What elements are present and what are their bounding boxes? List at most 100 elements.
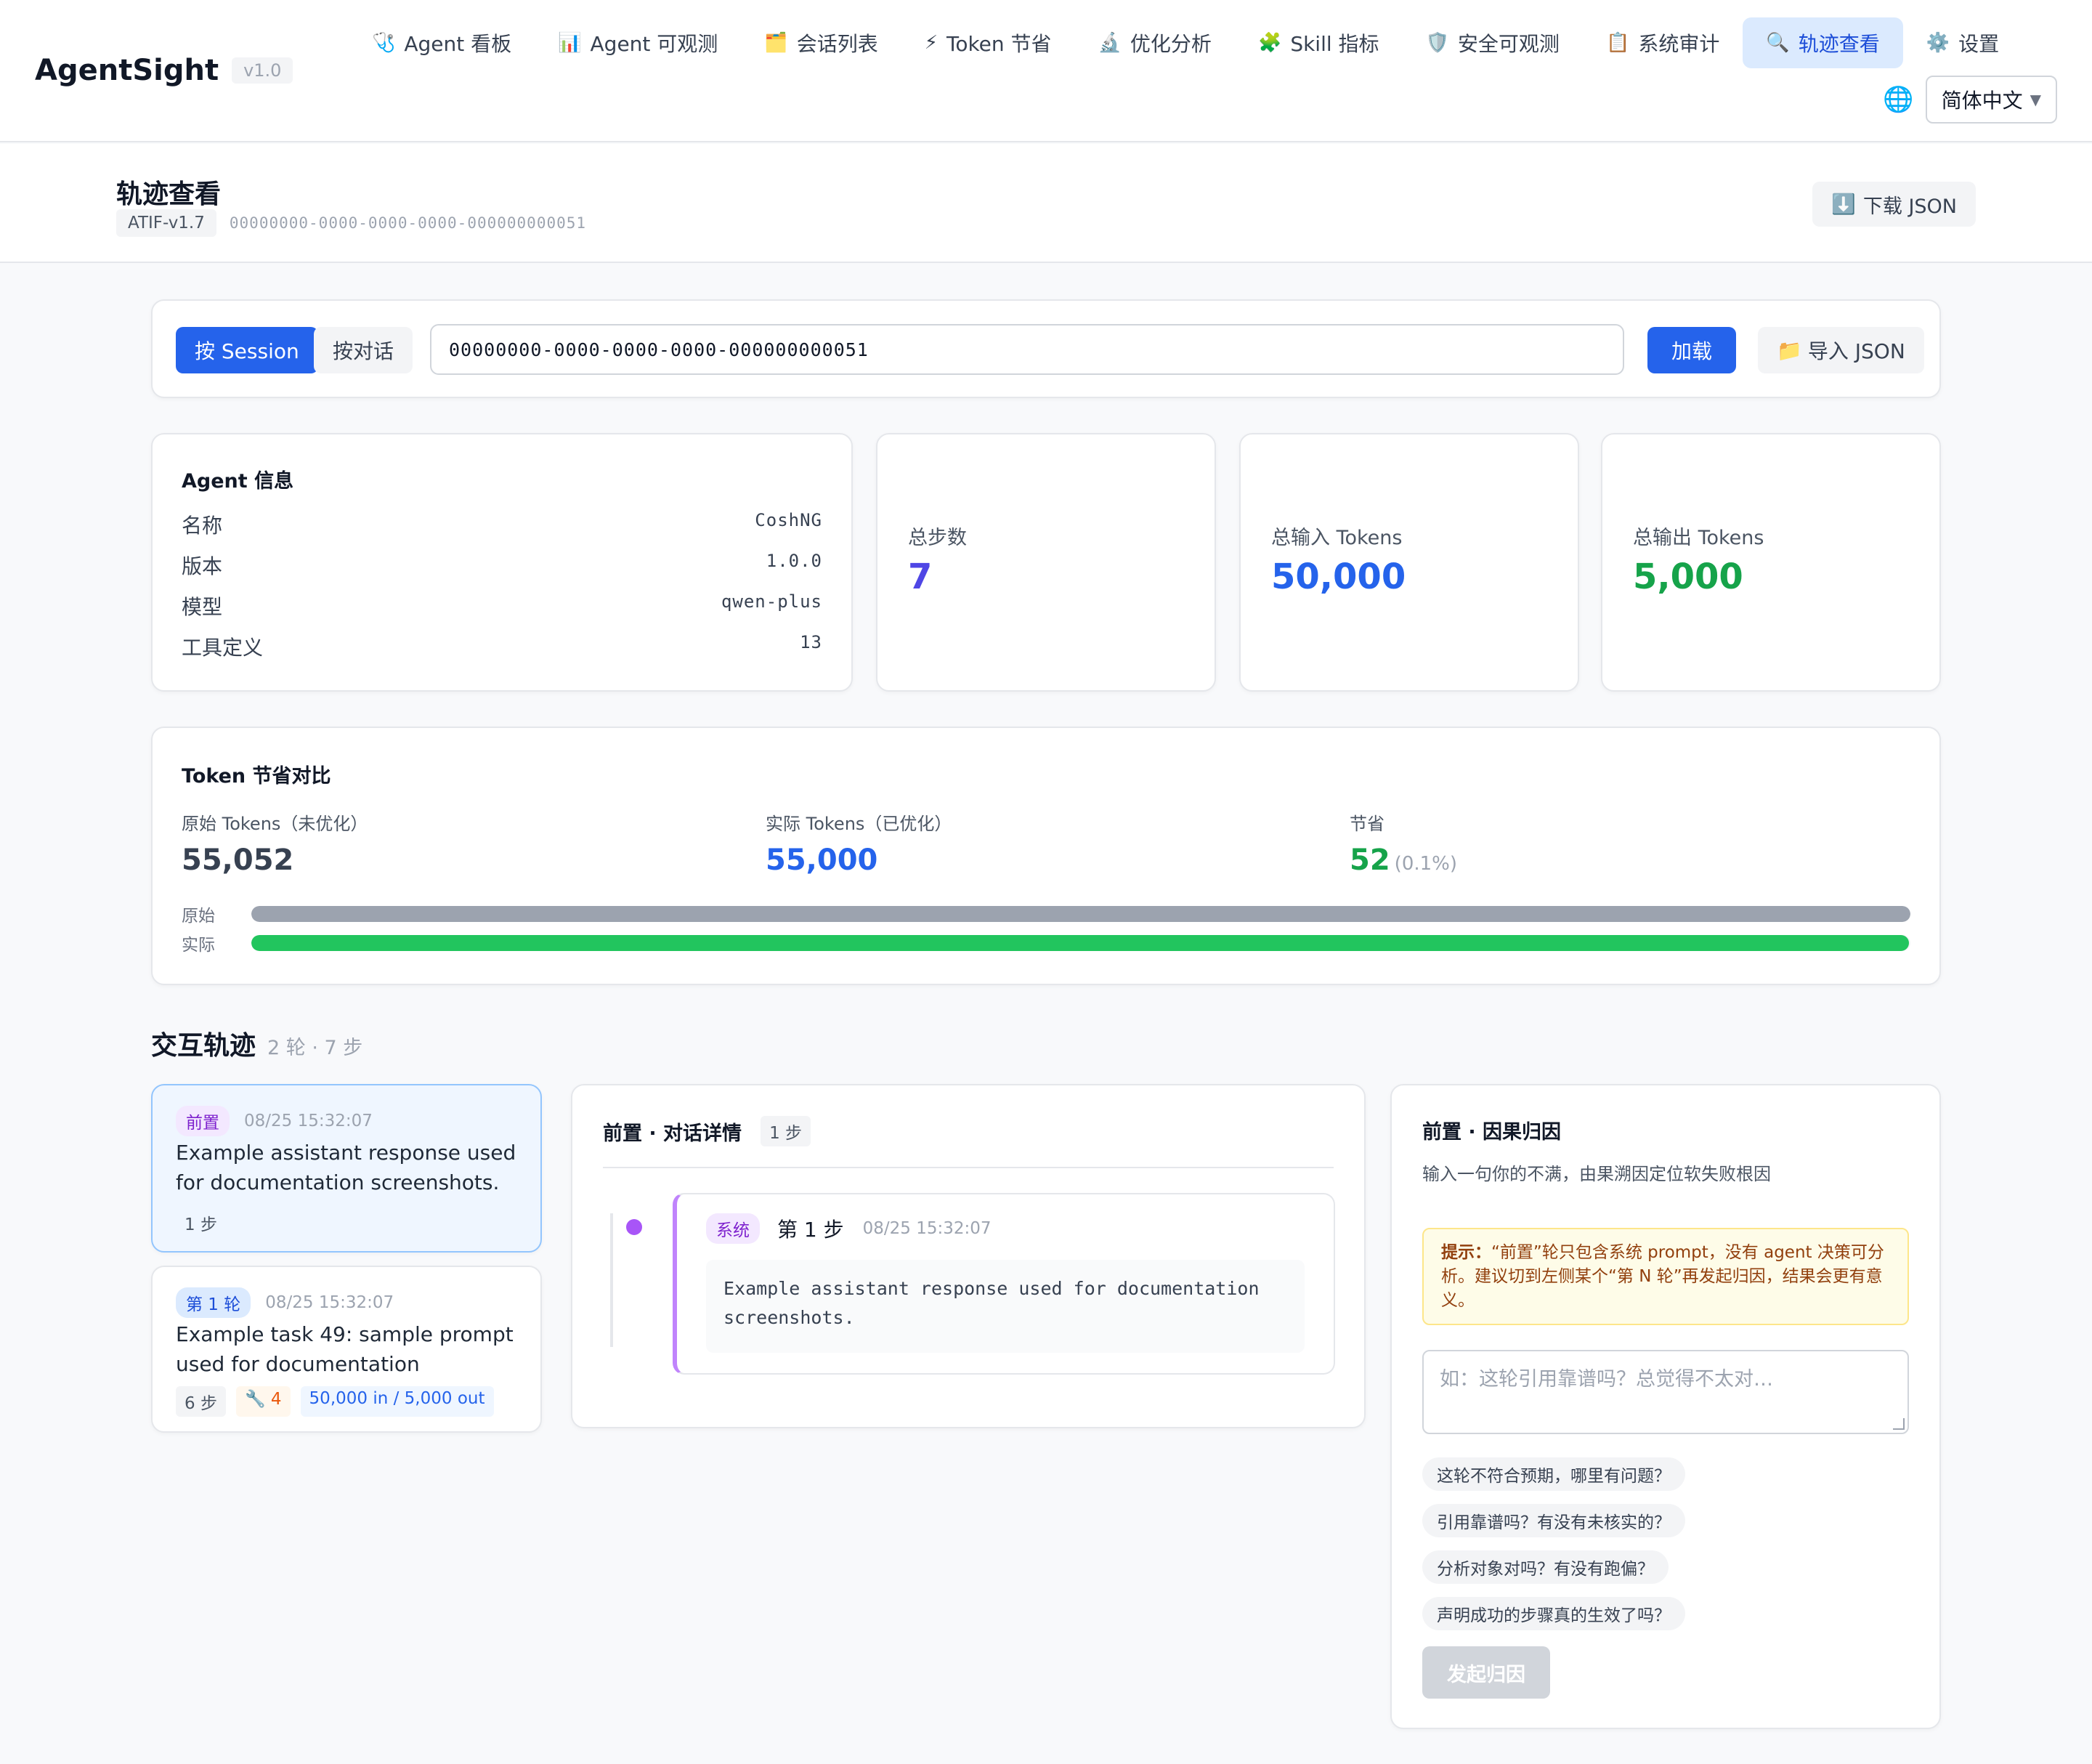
stethoscope-icon: 🩺 xyxy=(372,32,396,54)
nav-label: Token 节省 xyxy=(946,32,1052,56)
import-json-label: 导入 JSON xyxy=(1807,339,1905,363)
start-attribution-button[interactable]: 发起归因 xyxy=(1422,1646,1550,1699)
search-icon: 🔍 xyxy=(1766,32,1790,54)
complaint-textarea[interactable]: 如：这轮引用靠谱吗？总觉得不太对… xyxy=(1422,1350,1909,1434)
stat-label: 总步数 xyxy=(908,527,967,549)
folder-icon: 📁 xyxy=(1777,338,1802,363)
suggestion-chip[interactable]: 分析对象对吗？有没有跑偏？ xyxy=(1422,1550,1669,1584)
turn-tools-chip: 🔧 4 xyxy=(235,1386,291,1417)
actual-bar-track xyxy=(251,935,1910,951)
agent-info-row: 名称 CoshNG xyxy=(182,510,822,539)
step-header: 系统 第 1 步 08/25 15:32:07 xyxy=(706,1213,992,1244)
suggestion-chip[interactable]: 这轮不符合预期，哪里有问题？ xyxy=(1422,1457,1685,1491)
mode-by-session-button[interactable]: 按 Session xyxy=(176,327,318,373)
nav-settings[interactable]: ⚙️ 设置 xyxy=(1903,17,2022,68)
agent-info-row: 工具定义 13 xyxy=(182,632,822,661)
turn-steps-chip: 1 步 xyxy=(185,1215,217,1234)
agent-info-key: 模型 xyxy=(182,595,223,619)
nav-system-audit[interactable]: 📋 系统审计 xyxy=(1583,17,1743,68)
suggestion-chip[interactable]: 引用靠谱吗？有没有未核实的？ xyxy=(1422,1504,1685,1537)
app-name[interactable]: AgentSight xyxy=(35,54,219,87)
actual-bar-row: 实际 xyxy=(182,934,1910,955)
brand: AgentSight v1.0 xyxy=(35,54,293,87)
detail-steps-badge: 1 步 xyxy=(761,1116,811,1146)
interactions-title: 交互轨迹 xyxy=(151,1031,256,1061)
turn-card-1[interactable]: 第 1 轮 08/25 15:32:07 Example task 49: sa… xyxy=(151,1266,542,1433)
chevron-down-icon: ▼ xyxy=(2030,91,2041,108)
top-navbar: AgentSight v1.0 🩺 Agent 看板 📊 Agent 可观测 🗂️ 会… xyxy=(0,0,2092,142)
step-role-tag: 系统 xyxy=(706,1213,760,1244)
language-select[interactable]: 简体中文 ▼ xyxy=(1925,76,2057,124)
nav-agent-observability[interactable]: 📊 Agent 可观测 xyxy=(535,17,741,68)
nav-label: 轨迹查看 xyxy=(1798,32,1880,56)
bar-chart-icon: 📊 xyxy=(558,32,582,54)
nav-token-saving[interactable]: ⚡ Token 节省 xyxy=(901,17,1075,68)
agent-info-card: Agent 信息 名称 CoshNG 版本 1.0.0 模型 qwen-plus 工具… xyxy=(151,433,853,692)
nav-agent-dashboard[interactable]: 🩺 Agent 看板 xyxy=(349,17,535,68)
session-id-label: 00000000-0000-0000-0000-000000000051 xyxy=(229,214,587,232)
bar-label: 原始 xyxy=(182,907,215,926)
gear-icon: ⚙️ xyxy=(1926,32,1950,54)
interactions-summary: 2 轮 · 7 步 xyxy=(267,1037,363,1059)
nav-label: 会话列表 xyxy=(796,32,878,56)
turn-tag: 第 1 轮 xyxy=(176,1287,251,1318)
stat-label: 总输入 Tokens xyxy=(1271,527,1403,549)
timeline-dot xyxy=(626,1219,642,1235)
original-tokens-value: 55,052 xyxy=(182,843,294,877)
stat-value: 5,000 xyxy=(1633,557,1743,597)
nav-skill-metrics[interactable]: 🧩 Skill 指标 xyxy=(1235,17,1403,68)
puzzle-icon: 🧩 xyxy=(1257,32,1282,54)
page-header: 轨迹查看 ATIF-v1.7 00000000-0000-0000-0000-0… xyxy=(0,144,2092,263)
stat-value: 50,000 xyxy=(1271,557,1406,597)
turn-card-prelude[interactable]: 前置 08/25 15:32:07 Example assistant resp… xyxy=(151,1084,542,1253)
download-json-button[interactable]: ⬇️ 下载 JSON xyxy=(1812,182,1976,227)
import-json-button[interactable]: 📁 导入 JSON xyxy=(1758,327,1924,373)
stat-value: 7 xyxy=(908,557,933,597)
actual-tokens-value: 55,000 xyxy=(766,843,878,877)
nav-session-list[interactable]: 🗂️ 会话列表 xyxy=(741,17,901,68)
hint-box: 提示：“前置”轮只包含系统 prompt，没有 agent 决策可分析。建议切到… xyxy=(1422,1228,1909,1325)
divider xyxy=(603,1167,1334,1168)
turn-tag: 前置 xyxy=(176,1106,230,1136)
timeline-line xyxy=(610,1213,613,1347)
shield-icon: 🛡️ xyxy=(1425,32,1449,54)
agent-info-value: qwen-plus xyxy=(721,591,822,612)
turn-time: 08/25 15:32:07 xyxy=(244,1112,373,1130)
saved-tokens-percent: (0.1%) xyxy=(1394,853,1458,875)
turn-header: 第 1 轮 08/25 15:32:07 xyxy=(176,1287,394,1318)
turn-text: Example assistant response used for docu… xyxy=(176,1141,516,1194)
agent-info-row: 版本 1.0.0 xyxy=(182,551,822,580)
load-button[interactable]: 加载 xyxy=(1647,327,1736,373)
mode-by-dialog-button[interactable]: 按对话 xyxy=(314,327,413,373)
saved-tokens-block: 节省 52 (0.1%) xyxy=(1350,809,1457,877)
agent-info-key: 版本 xyxy=(182,554,223,578)
globe-icon: 🌐 xyxy=(1883,85,1914,114)
detail-header: 前置 · 对话详情 1 步 xyxy=(603,1116,811,1146)
saved-tokens-value: 52 xyxy=(1350,843,1390,877)
total-input-tokens-card: 总输入 Tokens 50,000 xyxy=(1239,433,1579,692)
agent-info-title: Agent 信息 xyxy=(182,470,294,493)
suggestion-chip[interactable]: 声明成功的步骤真的生效了吗？ xyxy=(1422,1597,1685,1630)
turn-time: 08/25 15:32:07 xyxy=(265,1293,394,1312)
step-card[interactable]: 系统 第 1 步 08/25 15:32:07 Example assistan… xyxy=(673,1193,1335,1375)
nav-optimization-analysis[interactable]: 🔬 优化分析 xyxy=(1075,17,1235,68)
causal-attribution-card: 前置 · 因果归因 输入一句你的不满，由果溯因定位软失败根因 提示：“前置”轮只… xyxy=(1390,1084,1941,1729)
nav-label: 系统审计 xyxy=(1638,32,1720,56)
nav-label: Agent 看板 xyxy=(404,32,512,56)
page-title: 轨迹查看 xyxy=(116,179,222,209)
session-id-input[interactable]: 00000000-0000-0000-0000-000000000051 xyxy=(430,324,1624,375)
turn-chips: 1 步 xyxy=(176,1207,226,1238)
turn-text: Example task 49: sample prompt used for … xyxy=(176,1322,514,1376)
total-steps-card: 总步数 7 xyxy=(876,433,1216,692)
actual-tokens-block: 实际 Tokens（已优化） 55,000 xyxy=(766,809,952,877)
turn-chips: 6 步 🔧 4 50,000 in / 5,000 out xyxy=(176,1386,494,1417)
agent-info-row: 模型 qwen-plus xyxy=(182,591,822,620)
main-nav: 🩺 Agent 看板 📊 Agent 可观测 🗂️ 会话列表 ⚡ Token 节省 🔬 优… xyxy=(349,17,2022,68)
nav-security-observability[interactable]: 🛡️ 安全可观测 xyxy=(1403,17,1583,68)
nav-trajectory-viewer[interactable]: 🔍 轨迹查看 xyxy=(1743,17,1903,68)
folder-icon: 🗂️ xyxy=(764,32,788,54)
agent-info-value: CoshNG xyxy=(755,510,822,530)
language-switcher: 🌐 简体中文 ▼ xyxy=(1883,76,2057,124)
original-tokens-block: 原始 Tokens（未优化） 55,052 xyxy=(182,809,368,877)
dialog-detail-card: 前置 · 对话详情 1 步 系统 第 1 步 08/25 15:32:07 Ex… xyxy=(571,1084,1366,1428)
